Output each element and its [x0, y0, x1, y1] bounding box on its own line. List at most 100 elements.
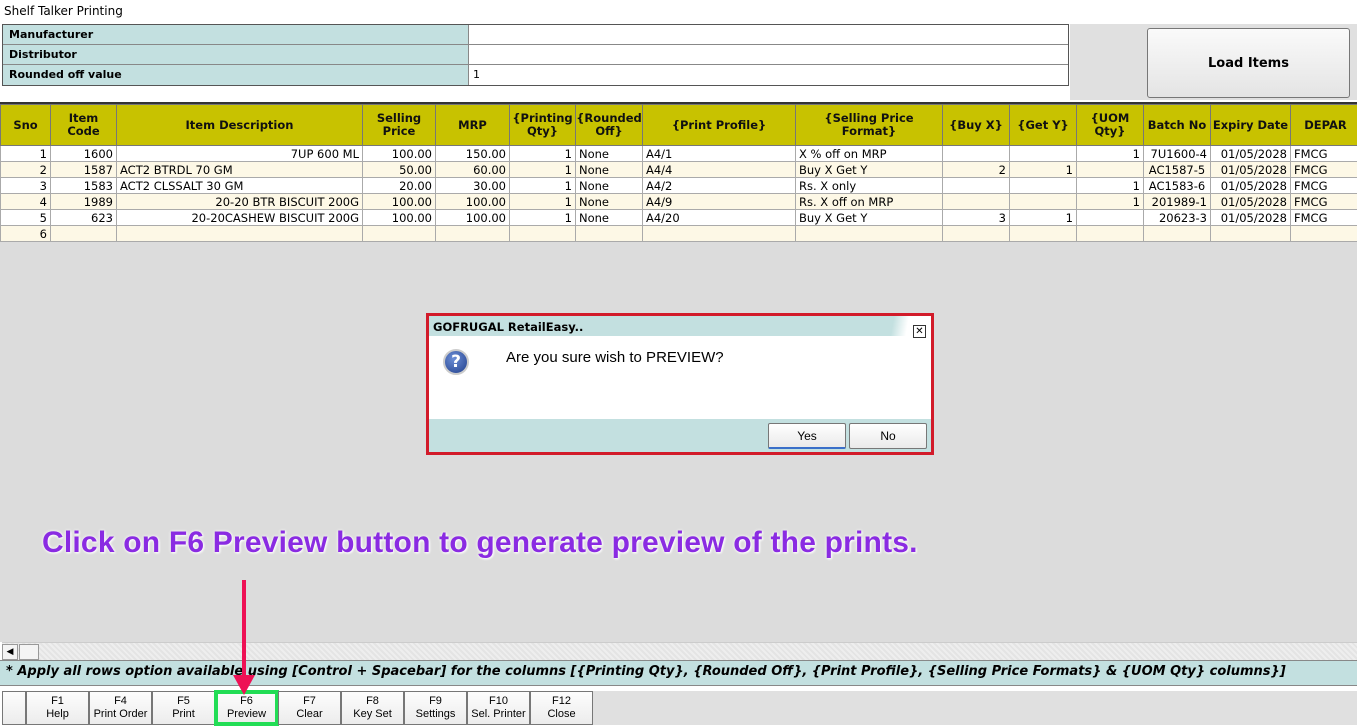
table-cell[interactable]: A4/20 [642, 209, 796, 226]
table-cell[interactable]: 2 [942, 161, 1010, 178]
table-cell[interactable]: 50.00 [362, 161, 436, 178]
table-cell[interactable] [942, 193, 1010, 210]
table-cell[interactable]: 1 [509, 209, 576, 226]
rounded-off-field[interactable]: 1 [469, 65, 1068, 85]
table-cell[interactable]: None [575, 209, 643, 226]
table-cell[interactable]: 1 [509, 177, 576, 194]
table-cell[interactable]: 6 [0, 225, 51, 242]
column-header[interactable]: {Printing Qty} [509, 104, 576, 146]
table-cell[interactable]: 1 [1009, 161, 1077, 178]
scroll-thumb[interactable] [19, 644, 39, 660]
table-cell[interactable] [942, 145, 1010, 162]
table-cell[interactable]: 7U1600-4 [1143, 145, 1211, 162]
table-cell[interactable]: 100.00 [435, 193, 510, 210]
fkey-print-button[interactable]: F5 Print [152, 691, 215, 725]
table-cell[interactable]: FMCG [1290, 177, 1357, 194]
fkey-print-order-button[interactable]: F4 Print Order [89, 691, 152, 725]
table-cell[interactable]: 1 [1076, 193, 1144, 210]
table-cell[interactable]: 01/05/2028 [1210, 177, 1291, 194]
column-header[interactable]: Selling Price [362, 104, 436, 146]
table-cell[interactable]: 1 [0, 145, 51, 162]
close-icon[interactable]: ✕ [913, 325, 926, 338]
table-cell[interactable]: A4/1 [642, 145, 796, 162]
table-cell[interactable]: 100.00 [362, 209, 436, 226]
table-cell[interactable]: A4/9 [642, 193, 796, 210]
table-cell[interactable]: 5 [0, 209, 51, 226]
table-cell[interactable]: 60.00 [435, 161, 510, 178]
column-header[interactable]: {UOM Qty} [1076, 104, 1144, 146]
column-header[interactable]: {Buy X} [942, 104, 1010, 146]
table-cell[interactable] [362, 225, 436, 242]
table-cell[interactable]: Rs. X only [795, 177, 943, 194]
scroll-left-icon[interactable]: ◀ [2, 644, 18, 660]
table-cell[interactable]: FMCG [1290, 209, 1357, 226]
table-cell[interactable] [1076, 209, 1144, 226]
table-cell[interactable]: 20-20CASHEW BISCUIT 200G [116, 209, 363, 226]
table-cell[interactable]: Rs. X off on MRP [795, 193, 943, 210]
table-cell[interactable]: 01/05/2028 [1210, 161, 1291, 178]
table-cell[interactable]: 1587 [50, 161, 117, 178]
table-cell[interactable]: AC1587-5 [1143, 161, 1211, 178]
table-cell[interactable] [50, 225, 117, 242]
table-cell[interactable]: None [575, 193, 643, 210]
table-row[interactable]: 4 1989 20-20 BTR BISCUIT 200G 100.00 100.00 1… [0, 193, 1357, 210]
no-button[interactable]: No [849, 423, 927, 449]
table-cell[interactable] [795, 225, 943, 242]
table-cell[interactable]: 1 [1009, 209, 1077, 226]
table-cell[interactable]: 1 [1076, 177, 1144, 194]
distributor-field[interactable] [469, 45, 1068, 64]
column-header[interactable]: Item Code [50, 104, 117, 146]
column-header[interactable]: {Selling Price Format} [795, 104, 943, 146]
table-cell[interactable]: 1 [509, 193, 576, 210]
column-header[interactable]: DEPAR [1290, 104, 1357, 146]
table-cell[interactable]: 1 [509, 145, 576, 162]
table-cell[interactable]: 1989 [50, 193, 117, 210]
fkey-key-set-button[interactable]: F8 Key Set [341, 691, 404, 725]
table-row[interactable]: 1 1600 7UP 600 ML 100.00 150.00 1 None A4/1 X % … [0, 145, 1357, 162]
column-header[interactable]: {Get Y} [1009, 104, 1077, 146]
fkey-sel-printer-button[interactable]: F10 Sel. Printer [467, 691, 530, 725]
table-cell[interactable]: X % off on MRP [795, 145, 943, 162]
table-cell[interactable]: AC1583-6 [1143, 177, 1211, 194]
table-cell[interactable]: 201989-1 [1143, 193, 1211, 210]
table-cell[interactable]: 1583 [50, 177, 117, 194]
fkey-help-button[interactable]: F1 Help [26, 691, 89, 725]
table-cell[interactable]: None [575, 145, 643, 162]
table-cell[interactable]: 3 [942, 209, 1010, 226]
fkey-preview-button[interactable]: F6 Preview [214, 690, 279, 726]
table-cell[interactable]: 1600 [50, 145, 117, 162]
table-cell[interactable]: Buy X Get Y [795, 161, 943, 178]
table-cell[interactable]: None [575, 177, 643, 194]
table-cell[interactable] [1076, 161, 1144, 178]
table-cell[interactable] [1009, 193, 1077, 210]
table-cell[interactable]: 100.00 [435, 209, 510, 226]
load-items-button[interactable]: Load Items [1147, 28, 1350, 98]
table-cell[interactable]: 100.00 [362, 193, 436, 210]
table-cell[interactable] [1009, 225, 1077, 242]
table-row[interactable]: 5 623 20-20CASHEW BISCUIT 200G 100.00 100.00… [0, 209, 1357, 226]
table-cell[interactable]: 623 [50, 209, 117, 226]
table-cell[interactable]: A4/4 [642, 161, 796, 178]
table-cell[interactable]: 1 [1076, 145, 1144, 162]
yes-button[interactable]: Yes [768, 423, 846, 449]
fkey-clear-button[interactable]: F7 Clear [278, 691, 341, 725]
column-header[interactable]: MRP [435, 104, 510, 146]
table-cell[interactable]: 20623-3 [1143, 209, 1211, 226]
table-row[interactable]: 3 1583 ACT2 CLSSALT 30 GM 20.00 30.00 1 None A4… [0, 177, 1357, 194]
table-cell[interactable] [1290, 225, 1357, 242]
column-header[interactable]: Sno [0, 104, 51, 146]
column-header[interactable]: Item Description [116, 104, 363, 146]
fkey-settings-button[interactable]: F9 Settings [404, 691, 467, 725]
column-header[interactable]: {Print Profile} [642, 104, 796, 146]
table-cell[interactable]: 30.00 [435, 177, 510, 194]
table-cell[interactable] [509, 225, 576, 242]
table-cell[interactable]: 20.00 [362, 177, 436, 194]
table-cell[interactable]: FMCG [1290, 145, 1357, 162]
table-cell[interactable] [1076, 225, 1144, 242]
table-cell[interactable]: 01/05/2028 [1210, 145, 1291, 162]
table-cell[interactable]: 20-20 BTR BISCUIT 200G [116, 193, 363, 210]
fkey-close-button[interactable]: F12 Close [530, 691, 593, 725]
table-cell[interactable]: ACT2 CLSSALT 30 GM [116, 177, 363, 194]
table-cell[interactable]: 4 [0, 193, 51, 210]
table-cell[interactable] [1210, 225, 1291, 242]
